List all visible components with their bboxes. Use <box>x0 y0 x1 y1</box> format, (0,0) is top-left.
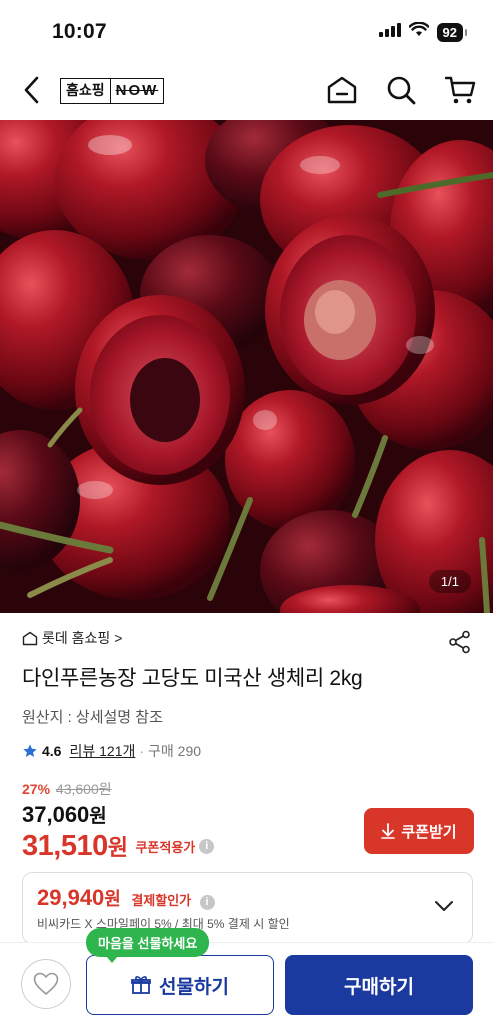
chevron-down-icon[interactable] <box>434 899 454 917</box>
payment-price-won: 원 <box>104 889 121 909</box>
status-icons: 92 <box>378 21 468 42</box>
search-icon <box>387 76 416 105</box>
coupon-price-number: 31,510 <box>22 830 108 862</box>
coupon-price-won: 원 <box>107 835 128 860</box>
payment-info-icon[interactable]: i <box>199 895 215 910</box>
battery-icon: 92 <box>436 22 468 42</box>
gift-button-label: 선물하기 <box>159 976 229 998</box>
product-origin: 원산지 : 상세설명 참조 <box>22 709 163 726</box>
status-time: 10:07 <box>52 20 107 43</box>
coupon-label: 쿠폰적용가 <box>135 840 196 855</box>
homeshopping-now-logo[interactable]: 홈쇼핑 NOW <box>60 78 165 104</box>
payment-label: 결제할인가 <box>131 893 192 908</box>
image-counter: 1/1 <box>428 570 471 593</box>
brand-link[interactable]: 롯데 홈쇼핑 > <box>22 628 474 648</box>
logo-kr: 홈쇼핑 <box>61 79 111 103</box>
coupon-price: 31,510원 <box>22 830 128 863</box>
review-link[interactable]: 리뷰 121개 <box>69 741 135 761</box>
back-button[interactable] <box>16 72 46 108</box>
buy-button[interactable]: 구매하기 <box>285 955 473 1015</box>
rating-row: 4.6 리뷰 121개 · 구매 290 <box>22 741 474 761</box>
signal-icon <box>378 22 401 42</box>
cart-button[interactable] <box>442 72 478 108</box>
bottom-action-bar: 선물하기 구매하기 <box>0 942 493 1024</box>
share-icon <box>449 630 470 654</box>
separator-dot: · <box>139 743 145 759</box>
wifi-icon <box>408 21 429 42</box>
gift-tooltip: 마음을 선물하세요 <box>86 928 210 963</box>
original-price: 43,600원 <box>55 781 112 797</box>
gift-button[interactable]: 선물하기 <box>86 955 274 1015</box>
logo-now: NOW <box>115 82 159 99</box>
status-bar: 10:07 92 <box>0 0 493 62</box>
share-button[interactable] <box>446 628 474 656</box>
payment-price-number: 29,940 <box>37 885 105 910</box>
coupon-button-label: 쿠폰받기 <box>401 823 457 841</box>
app-header: 홈쇼핑 NOW <box>0 62 493 118</box>
discount-row: 27% 43,600원 <box>22 779 474 799</box>
home-button[interactable] <box>324 72 360 108</box>
buy-button-label: 구매하기 <box>344 976 414 998</box>
brand-arrow: > <box>114 630 123 646</box>
heart-icon <box>33 972 59 995</box>
payment-price: 29,940원 <box>37 885 121 910</box>
product-info: 롯데 홈쇼핑 > 다인푸른농장 고당도 미국산 생체리 2kg 원산지 : 상세… <box>22 628 474 863</box>
search-button[interactable] <box>383 72 419 108</box>
sale-price-number: 37,060 <box>22 802 90 827</box>
back-icon <box>24 76 39 104</box>
sale-price-won: 원 <box>89 806 107 827</box>
cart-icon <box>444 76 476 104</box>
wishlist-button[interactable] <box>21 959 71 1009</box>
home-small-icon <box>22 631 38 645</box>
home-icon <box>327 76 357 104</box>
rating-value: 4.6 <box>42 743 62 759</box>
star-icon <box>23 744 37 757</box>
cherries-illustration <box>0 120 493 613</box>
gift-icon <box>131 976 151 994</box>
download-icon <box>381 823 396 839</box>
purchase-count: 구매 290 <box>148 743 202 759</box>
brand-name: 롯데 홈쇼핑 <box>42 630 111 646</box>
product-image[interactable]: 1/1 <box>0 120 493 613</box>
coupon-button[interactable]: 쿠폰받기 <box>364 808 474 854</box>
info-icon[interactable]: i <box>199 839 215 854</box>
discount-percent: 27% <box>22 781 51 797</box>
product-title: 다인푸른농장 고당도 미국산 생체리 2kg <box>22 667 363 690</box>
